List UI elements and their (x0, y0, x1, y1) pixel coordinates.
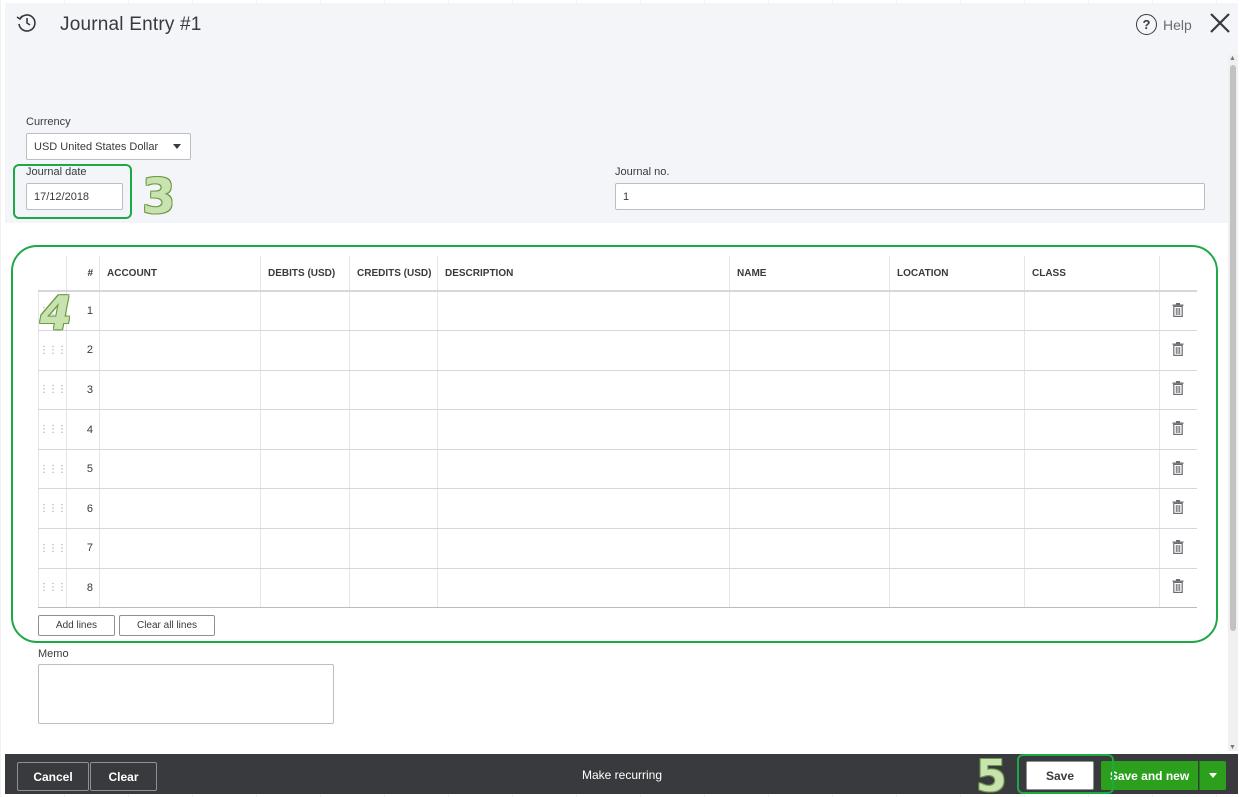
title-bar: Journal Entry #1 ? Help (5, 3, 1238, 49)
annotation-box-3 (13, 164, 132, 219)
journal-no-field[interactable]: 1 (615, 183, 1205, 210)
journal-no-label: Journal no. (615, 166, 670, 178)
annotation-box-5 (1017, 754, 1114, 794)
help-label: Help (1163, 16, 1192, 33)
memo-label: Memo (38, 648, 69, 660)
add-lines-button[interactable]: Add lines (38, 615, 115, 636)
cancel-button[interactable]: Cancel (17, 762, 89, 791)
help-icon: ? (1136, 14, 1157, 35)
vertical-scrollbar[interactable]: ▲ ▼ (1228, 55, 1238, 751)
annotation-number-5: 5 (976, 751, 1007, 795)
journal-no-value: 1 (623, 190, 630, 203)
currency-value: USD United States Dollar (34, 140, 159, 153)
save-and-new-button[interactable]: Save and new (1101, 761, 1198, 790)
scroll-up-icon[interactable]: ▲ (1229, 55, 1236, 62)
annotation-box-4 (11, 245, 1218, 643)
annotation-number-3: 3 (142, 169, 176, 225)
scroll-thumb[interactable] (1230, 65, 1236, 631)
annotation-number-4: 4 (40, 286, 73, 340)
memo-field[interactable] (38, 664, 334, 724)
chevron-down-icon (1209, 773, 1217, 778)
clear-all-lines-button[interactable]: Clear all lines (119, 615, 215, 636)
scroll-down-icon[interactable]: ▼ (1229, 744, 1236, 751)
help-button[interactable]: ? Help (1136, 14, 1192, 35)
save-options-dropdown[interactable] (1199, 761, 1226, 790)
chevron-down-icon (173, 144, 181, 149)
recent-history-icon[interactable] (15, 11, 39, 35)
close-icon[interactable] (1208, 11, 1232, 35)
clear-button[interactable]: Clear (90, 762, 157, 791)
make-recurring-link[interactable]: Make recurring (582, 768, 662, 782)
journal-entry-modal: Journal Entry #1 ? Help Currency USD Uni… (5, 3, 1238, 794)
page-title: Journal Entry #1 (60, 14, 202, 35)
form-header: Journal Entry #1 ? Help Currency USD Uni… (5, 3, 1238, 223)
currency-select[interactable]: USD United States Dollar (26, 133, 191, 160)
currency-label: Currency (26, 116, 71, 128)
